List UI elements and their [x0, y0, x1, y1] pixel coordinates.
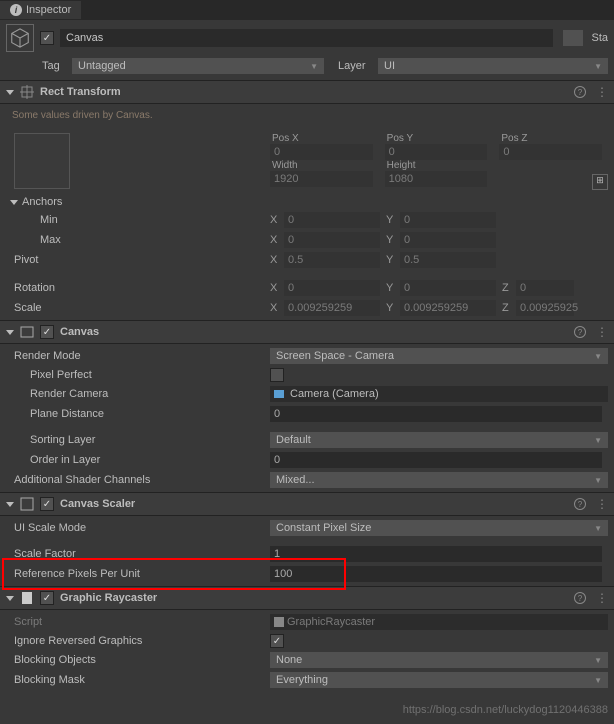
rppu-field[interactable]: 100 [270, 566, 602, 582]
render-camera-label: Render Camera [6, 388, 270, 400]
pivot-y[interactable]: 0.5 [400, 252, 496, 268]
scale-y[interactable]: 0.009259259 [400, 300, 496, 316]
info-icon: i [10, 4, 22, 16]
canvas-scaler-icon [20, 497, 34, 511]
ui-scale-mode-label: UI Scale Mode [6, 522, 270, 534]
pixel-perfect-checkbox[interactable] [270, 368, 284, 382]
blocking-objects-dropdown[interactable]: None▼ [270, 652, 608, 668]
anchors-min-label: Min [6, 214, 270, 226]
anchor-max-y[interactable]: 0 [400, 232, 496, 248]
script-label: Script [6, 616, 270, 628]
foldout-icon[interactable] [6, 596, 14, 601]
sorting-layer-label: Sorting Layer [6, 434, 270, 446]
component-title: Canvas Scaler [60, 498, 568, 510]
posy-field[interactable]: 0 [385, 144, 488, 160]
order-in-layer-field[interactable]: 0 [270, 452, 602, 468]
rppu-label: Reference Pixels Per Unit [6, 568, 270, 580]
render-mode-dropdown[interactable]: Screen Space - Camera▼ [270, 348, 608, 364]
blocking-objects-label: Blocking Objects [6, 654, 270, 666]
width-field[interactable]: 1920 [270, 171, 373, 187]
script-field: GraphicRaycaster [270, 614, 608, 630]
foldout-icon [10, 200, 18, 205]
tag-label: Tag [42, 60, 68, 72]
rot-z[interactable]: 0 [516, 280, 574, 296]
tag-dropdown[interactable]: Untagged▼ [72, 58, 324, 74]
render-camera-field[interactable]: Camera (Camera) [270, 386, 608, 402]
additional-shader-dropdown[interactable]: Mixed...▼ [270, 472, 608, 488]
order-in-layer-label: Order in Layer [6, 454, 270, 466]
help-icon[interactable]: ? [574, 592, 586, 604]
canvas-scaler-header[interactable]: Canvas Scaler ? ⋮ [0, 492, 614, 516]
plane-distance-field[interactable]: 0 [270, 406, 602, 422]
component-title: Canvas [60, 326, 568, 338]
anchors-max-label: Max [6, 234, 270, 246]
canvas-enabled-checkbox[interactable] [40, 325, 54, 339]
blocking-mask-dropdown[interactable]: Everything▼ [270, 672, 608, 688]
graphic-raycaster-enabled-checkbox[interactable] [40, 591, 54, 605]
menu-icon[interactable]: ⋮ [596, 85, 608, 99]
enabled-checkbox[interactable] [40, 31, 54, 45]
ignore-reversed-label: Ignore Reversed Graphics [6, 635, 270, 647]
foldout-icon[interactable] [6, 90, 14, 95]
canvas-scaler-enabled-checkbox[interactable] [40, 497, 54, 511]
rot-y[interactable]: 0 [400, 280, 496, 296]
sorting-layer-dropdown[interactable]: Default▼ [270, 432, 608, 448]
blueprint-mode-icon[interactable]: ⊞ [592, 174, 608, 190]
foldout-icon[interactable] [6, 330, 14, 335]
plane-distance-label: Plane Distance [6, 408, 270, 420]
graphic-raycaster-header[interactable]: Graphic Raycaster ? ⋮ [0, 586, 614, 610]
pivot-label: Pivot [6, 254, 270, 266]
posz-field[interactable]: 0 [499, 144, 602, 160]
scale-factor-field[interactable]: 1 [270, 546, 602, 562]
rot-x[interactable]: 0 [284, 280, 380, 296]
layer-label: Layer [338, 60, 374, 72]
additional-shader-label: Additional Shader Channels [6, 474, 270, 486]
ui-scale-mode-dropdown[interactable]: Constant Pixel Size▼ [270, 520, 608, 536]
scale-label: Scale [6, 302, 270, 314]
scale-factor-label: Scale Factor [6, 548, 270, 560]
gameobject-icon[interactable] [6, 24, 34, 52]
inspector-tab[interactable]: i Inspector [0, 1, 81, 19]
component-title: Graphic Raycaster [60, 592, 568, 604]
anchor-max-x[interactable]: 0 [284, 232, 380, 248]
static-button[interactable] [563, 30, 583, 46]
scale-z[interactable]: 0.00925925 [516, 300, 574, 316]
canvas-icon [20, 325, 34, 339]
rotation-label: Rotation [6, 282, 270, 294]
component-title: Rect Transform [40, 86, 568, 98]
watermark-text: https://blog.csdn.net/luckydog1120446388 [403, 704, 608, 716]
scale-x[interactable]: 0.009259259 [284, 300, 380, 316]
menu-icon[interactable]: ⋮ [596, 497, 608, 511]
anchor-min-x[interactable]: 0 [284, 212, 380, 228]
static-label: Sta [591, 32, 608, 44]
height-field[interactable]: 1080 [385, 171, 488, 187]
foldout-icon[interactable] [6, 502, 14, 507]
canvas-header[interactable]: Canvas ? ⋮ [0, 320, 614, 344]
driven-note: Some values driven by Canvas. [0, 104, 614, 127]
pixel-perfect-label: Pixel Perfect [6, 369, 270, 381]
menu-icon[interactable]: ⋮ [596, 591, 608, 605]
anchor-preset-thumb[interactable] [14, 133, 70, 189]
camera-icon [274, 390, 284, 398]
script-file-icon [274, 617, 284, 627]
blocking-mask-label: Blocking Mask [6, 674, 270, 686]
tab-title: Inspector [26, 4, 71, 16]
layer-dropdown[interactable]: UI▼ [378, 58, 608, 74]
menu-icon[interactable]: ⋮ [596, 325, 608, 339]
script-icon [20, 591, 34, 605]
anchor-min-y[interactable]: 0 [400, 212, 496, 228]
rect-transform-icon [20, 85, 34, 99]
rect-transform-header[interactable]: Rect Transform ? ⋮ [0, 80, 614, 104]
posx-field[interactable]: 0 [270, 144, 373, 160]
help-icon[interactable]: ? [574, 326, 586, 338]
render-mode-label: Render Mode [6, 350, 270, 362]
anchors-foldout[interactable]: Anchors [0, 194, 614, 210]
name-input[interactable]: Canvas [60, 29, 553, 47]
ignore-reversed-checkbox[interactable] [270, 634, 284, 648]
help-icon[interactable]: ? [574, 498, 586, 510]
help-icon[interactable]: ? [574, 86, 586, 98]
pivot-x[interactable]: 0.5 [284, 252, 380, 268]
